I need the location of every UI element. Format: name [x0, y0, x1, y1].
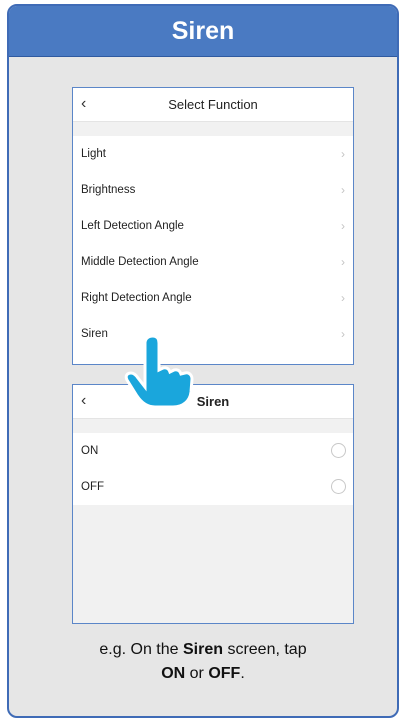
pointing-hand-icon — [124, 334, 194, 409]
back-icon[interactable]: ‹ — [81, 88, 86, 119]
chevron-right-icon: › — [341, 219, 345, 233]
section-gap — [73, 419, 353, 433]
navigation-bar: ‹ Siren — [73, 385, 353, 419]
option-off[interactable]: OFF — [73, 469, 353, 505]
chevron-right-icon: › — [341, 291, 345, 305]
navigation-bar: ‹ Select Function — [73, 88, 353, 122]
select-function-screen: ‹ Select Function Light › Brightness › L… — [72, 87, 354, 365]
list-item-label: Left Detection Angle — [81, 220, 184, 232]
radio-button[interactable] — [331, 443, 346, 458]
chevron-right-icon: › — [341, 255, 345, 269]
list-item-label: Right Detection Angle — [81, 292, 192, 304]
option-on[interactable]: ON — [73, 433, 353, 469]
caption-text: e.g. On the — [99, 641, 183, 658]
list-item-siren[interactable]: Siren › — [73, 316, 353, 352]
caption-bold-siren: Siren — [182, 641, 223, 658]
list-item-right-detection-angle[interactable]: Right Detection Angle › — [73, 280, 353, 316]
option-label: ON — [81, 445, 99, 457]
caption-text: . — [240, 665, 245, 682]
siren-screen: ‹ Siren ON OFF — [72, 384, 354, 624]
list-item-label: Middle Detection Angle — [81, 256, 199, 268]
option-label: OFF — [81, 481, 104, 493]
list-item-brightness[interactable]: Brightness › — [73, 172, 353, 208]
list-item-label: Light — [81, 148, 106, 160]
instruction-caption: e.g. On the Siren screen, tap ON or OFF. — [9, 638, 397, 686]
caption-bold-off: OFF — [208, 665, 241, 682]
back-icon[interactable]: ‹ — [81, 385, 86, 416]
radio-button[interactable] — [331, 479, 346, 494]
list-item-middle-detection-angle[interactable]: Middle Detection Angle › — [73, 244, 353, 280]
caption-text: screen, tap — [223, 641, 307, 658]
chevron-right-icon: › — [341, 183, 345, 197]
list-item-label: Brightness — [81, 184, 136, 196]
instruction-card: Siren ‹ Select Function Light › Brightne… — [7, 4, 399, 718]
section-gap — [73, 122, 353, 136]
card-title: Siren — [9, 6, 397, 57]
empty-area — [73, 505, 353, 623]
list-item-label: Siren — [81, 328, 108, 340]
list-item-light[interactable]: Light › — [73, 136, 353, 172]
caption-text: or — [185, 665, 209, 682]
screen-title: Select Function — [168, 97, 258, 112]
caption-bold-on: ON — [161, 665, 186, 682]
chevron-right-icon: › — [341, 327, 345, 341]
chevron-right-icon: › — [341, 147, 345, 161]
list-item-left-detection-angle[interactable]: Left Detection Angle › — [73, 208, 353, 244]
